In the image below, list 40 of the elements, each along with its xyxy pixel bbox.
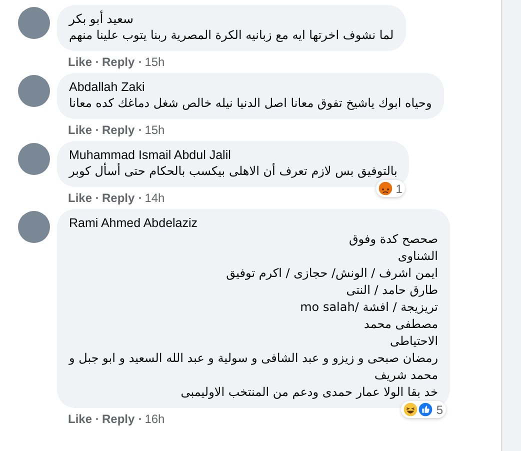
reply-link[interactable]: Reply — [102, 412, 135, 426]
comment-text: رمضان صبحى و زيزو و عبد الشافى و سولية و عبد الله السعيد و ابو جبل و — [69, 350, 438, 367]
reply-link[interactable]: Reply — [102, 191, 135, 205]
comment-text: صحصح كدة وفوق — [348, 231, 438, 248]
timestamp[interactable]: 16h — [144, 412, 165, 426]
reply-link[interactable]: Reply — [102, 123, 135, 137]
comment-text: تريزيجة / افشة /mo salah — [299, 299, 438, 316]
angry-face-icon — [378, 181, 393, 196]
like-link[interactable]: Like — [68, 191, 92, 205]
thumbs-up-icon — [418, 402, 434, 417]
comment-text: مصطفى محمد — [363, 316, 438, 333]
comment-text: خد بقا الولا عمار حمدى ودعم من المنتخب الاوليمبى — [180, 384, 438, 401]
comment-text: طارق حامد / النتى — [345, 282, 438, 299]
author-name[interactable]: Rami Ahmed Abdelaziz — [69, 215, 438, 231]
timestamp[interactable]: 15h — [144, 55, 165, 69]
timestamp[interactable]: 15h — [144, 123, 165, 137]
comment-text: الاحتياطى — [388, 333, 438, 350]
reply-link[interactable]: Reply — [102, 55, 135, 69]
like-link[interactable]: Like — [68, 123, 92, 137]
like-link[interactable]: Like — [68, 412, 92, 426]
reaction-count: 1 — [396, 182, 402, 196]
comment-text: لما نشوف اخرتها ايه مع زبانيه الكرة المصرية ربنا يتوب علينا منهم — [69, 27, 394, 44]
comment-text: ايمن اشرف / الونش/ حجازى / اكرم توفيق — [225, 265, 438, 282]
like-link[interactable]: Like — [68, 55, 92, 69]
avatar — [18, 75, 50, 107]
timestamp[interactable]: 14h — [144, 191, 165, 205]
reaction-count: 5 — [436, 402, 444, 416]
author-name[interactable]: سعيد أبو بكر — [69, 11, 394, 27]
reaction-badge[interactable]: 1 — [376, 180, 406, 197]
avatar — [18, 211, 50, 243]
comment-text: وحياه ابوك ياشيخ تفوق معانا اصل الدنيا نيله خالص شغل دماغك كده معانا — [69, 95, 432, 112]
avatar — [18, 143, 50, 175]
laughing-face-icon — [403, 402, 418, 417]
avatar — [18, 7, 50, 39]
comment-text: محمد شريف — [373, 367, 438, 384]
reaction-badge[interactable]: 5 — [401, 401, 446, 418]
comment-text: الشناوى — [396, 248, 438, 265]
author-name[interactable]: Muhammad Ismail Abdul Jalil — [69, 147, 398, 163]
comment-text: بالتوفيق بس لازم تعرف أن الاهلى بيكسب بالحكام حتى أسأل كوبر — [69, 163, 398, 180]
author-name[interactable]: Abdallah Zaki — [69, 79, 432, 95]
